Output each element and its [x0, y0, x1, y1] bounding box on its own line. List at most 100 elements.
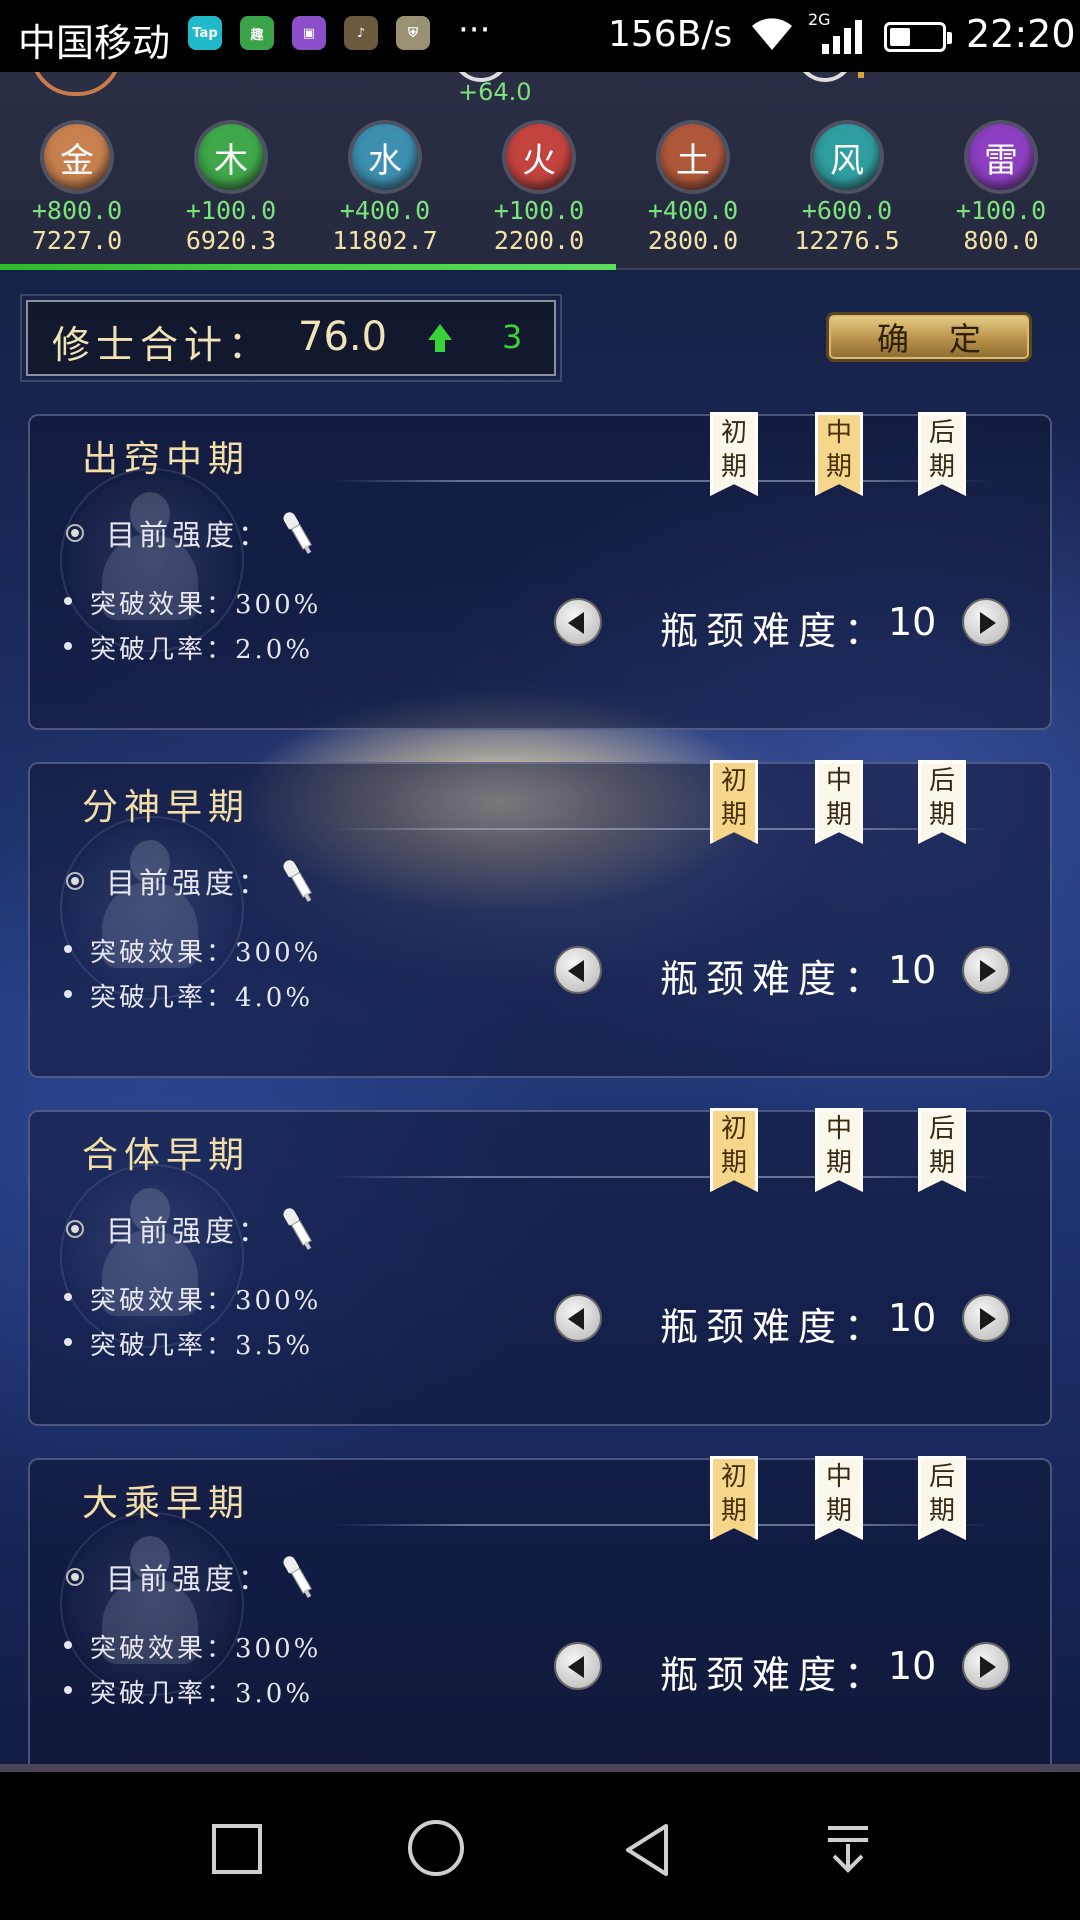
shield-app-icon: ⛨ — [396, 16, 430, 50]
recent-apps-button[interactable] — [208, 1820, 268, 1880]
breakthrough-effect: 突破效果：300% — [63, 1280, 321, 1317]
home-button[interactable] — [408, 1820, 468, 1880]
element-item: 土 +400.0 2800.0 — [616, 124, 770, 256]
decrease-difficulty-button[interactable] — [554, 598, 602, 646]
strength-row: 目前强度： — [66, 1554, 313, 1600]
dropper-icon[interactable] — [274, 1202, 323, 1257]
phase-char: 期 — [928, 1148, 955, 1178]
phase-tab[interactable]: 后期 — [918, 412, 966, 496]
increase-difficulty-button[interactable] — [962, 598, 1010, 646]
clock: 22:20 — [966, 12, 1076, 56]
phase-char: 期 — [720, 1496, 747, 1526]
phase-tab[interactable]: 初期 — [710, 760, 758, 844]
more-notifications-icon: ··· — [458, 10, 491, 50]
element-orb-icon: 木 — [198, 124, 264, 190]
element-list: 金 +800.0 7227.0 木 +100.0 6920.3 水 +400.0 11802.7… — [0, 124, 1080, 256]
confirm-button[interactable]: 确定 — [826, 312, 1032, 362]
decrease-difficulty-button[interactable] — [554, 1294, 602, 1342]
phase-tab[interactable]: 中期 — [815, 1456, 863, 1540]
back-button[interactable] — [618, 1820, 678, 1880]
difficulty-label: 瓶颈难度： — [660, 1305, 891, 1349]
element-total: 6920.3 — [185, 226, 277, 255]
phase-char: 期 — [928, 800, 955, 830]
difficulty-value: 10 — [888, 600, 937, 644]
phase-char: 后 — [928, 418, 955, 448]
dropper-icon[interactable] — [274, 854, 323, 909]
difficulty-value: 10 — [888, 948, 937, 992]
phase-tab[interactable]: 后期 — [918, 1456, 966, 1540]
element-gain: +400.0 — [647, 196, 739, 225]
phase-divider — [332, 828, 992, 830]
carrier-name: 中国移动 — [18, 21, 171, 65]
stage-card: 分神早期初期中期后期目前强度： 突破效果：300% 突破几率：4.0% 瓶颈难度： 10 — [28, 760, 1052, 1078]
element-total: 7227.0 — [31, 226, 123, 255]
phase-divider — [332, 1524, 992, 1526]
element-orb-icon: 水 — [352, 124, 418, 190]
element-orb-icon: 金 — [44, 124, 110, 190]
stage-title: 分神早期 — [82, 787, 251, 828]
status-bar: 中国移动 Tap 趣 ▣ ♪ ⛨ ··· 156B/s 2G 22:20 — [0, 0, 1080, 72]
breakthrough-rate: 突破几率：2.0% — [63, 629, 313, 666]
element-total: 2200.0 — [493, 226, 585, 255]
phase-tab[interactable]: 中期 — [815, 1108, 863, 1192]
battery-icon — [884, 22, 952, 52]
phase-tab[interactable]: 后期 — [918, 760, 966, 844]
phase-char: 期 — [825, 1148, 852, 1178]
element-gain: +800.0 — [31, 196, 123, 225]
increase-difficulty-button[interactable] — [962, 1642, 1010, 1690]
phase-tab[interactable]: 初期 — [710, 1108, 758, 1192]
breakthrough-rate: 突破几率：3.5% — [63, 1325, 313, 1362]
element-total: 11802.7 — [332, 226, 438, 255]
dropper-icon[interactable] — [274, 1550, 323, 1605]
radio-icon — [66, 524, 84, 542]
strength-row: 目前强度： — [66, 1206, 313, 1252]
decrease-difficulty-button[interactable] — [554, 946, 602, 994]
music-app-icon: ♪ — [344, 16, 378, 50]
phase-tab[interactable]: 初期 — [710, 1456, 758, 1540]
phase-char: 后 — [928, 1114, 955, 1144]
phase-char: 初 — [720, 1114, 747, 1144]
top-ring-icon — [796, 72, 864, 82]
phase-char: 期 — [928, 452, 955, 482]
increase-count: 3 — [502, 318, 523, 356]
phase-divider — [332, 1176, 992, 1178]
stage-title: 出窍中期 — [82, 439, 251, 480]
total-value: 76.0 — [298, 314, 388, 360]
element-total: 800.0 — [963, 226, 1039, 255]
phase-char: 后 — [928, 766, 955, 796]
element-gain: +100.0 — [185, 196, 277, 225]
decrease-difficulty-button[interactable] — [554, 1642, 602, 1690]
breakthrough-effect: 突破效果：300% — [63, 1628, 321, 1665]
difficulty-label: 瓶颈难度： — [660, 1653, 891, 1697]
top-gain-value: +64.0 — [458, 78, 532, 106]
phase-char: 期 — [825, 452, 852, 482]
element-gain: +100.0 — [955, 196, 1047, 225]
element-orb-icon: 火 — [506, 124, 572, 190]
notification-pulldown-button[interactable] — [820, 1820, 880, 1880]
difficulty-value: 10 — [888, 1644, 937, 1688]
wifi-icon — [748, 14, 796, 58]
dropper-icon[interactable] — [274, 506, 323, 561]
notification-icons: Tap 趣 ▣ ♪ ⛨ — [188, 16, 430, 50]
phase-char: 期 — [720, 800, 747, 830]
increase-difficulty-button[interactable] — [962, 946, 1010, 994]
phase-tab[interactable]: 后期 — [918, 1108, 966, 1192]
breakthrough-effect: 突破效果：300% — [63, 584, 321, 621]
strength-row: 目前强度： — [66, 510, 313, 556]
difficulty-label: 瓶颈难度： — [660, 957, 891, 1001]
progress-bar — [0, 264, 616, 270]
element-gain: +600.0 — [801, 196, 893, 225]
qu-app-icon: 趣 — [240, 16, 274, 50]
gallery-app-icon: ▣ — [292, 16, 326, 50]
breakthrough-rate: 突破几率：3.0% — [63, 1673, 313, 1710]
increase-difficulty-button[interactable] — [962, 1294, 1010, 1342]
phase-char: 中 — [825, 766, 852, 796]
phase-tab[interactable]: 初期 — [710, 412, 758, 496]
phase-char: 期 — [825, 800, 852, 830]
stage-card-list: 出窍中期初期中期后期目前强度： 突破效果：300% 突破几率：2.0% 瓶颈难度： 10… — [28, 412, 1052, 1764]
phase-tab[interactable]: 中期 — [815, 412, 863, 496]
phase-tab[interactable]: 中期 — [815, 760, 863, 844]
strength-label: 目前强度： — [106, 518, 272, 552]
element-resource-bar: +64.0 金 +800.0 7227.0 木 +100.0 6920.3 水 +400.0 1… — [0, 72, 1080, 270]
stage-title: 大乘早期 — [82, 1483, 251, 1524]
